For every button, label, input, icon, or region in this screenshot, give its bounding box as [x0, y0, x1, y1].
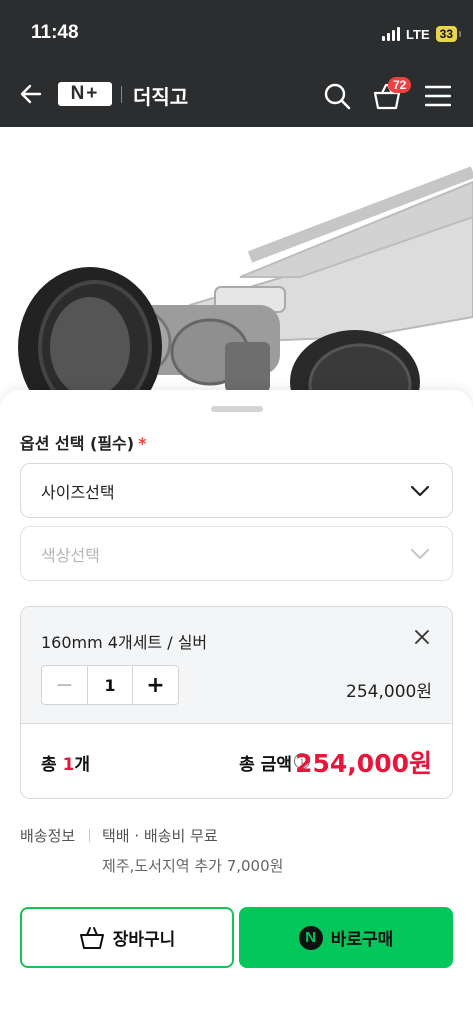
decrease-quantity-button[interactable]: − [42, 666, 88, 704]
size-select[interactable]: 사이즈선택 [20, 463, 453, 518]
shopping-bag-icon [79, 926, 104, 949]
app-header: N+ 더직고 72 [0, 75, 473, 115]
product-image[interactable] [0, 127, 473, 407]
item-price: 254,000원 [346, 682, 432, 702]
quantity-stepper: − 1 + [41, 665, 179, 705]
quantity-value[interactable]: 1 [88, 666, 132, 704]
color-select[interactable]: 색상선택 [20, 526, 453, 581]
option-section-title: 옵션 선택 (필수) * [20, 430, 146, 454]
battery-icon: 33 [435, 26, 462, 42]
chevron-down-icon [410, 548, 430, 560]
selected-item-name: 160mm 4개세트 / 실버 [41, 633, 208, 652]
total-count: 총 1개 [41, 750, 90, 775]
store-logo[interactable]: N+ [58, 82, 112, 106]
option-bottom-sheet: 옵션 선택 (필수) * 사이즈선택 색상선택 160mm 4개세트 / 실버 −… [0, 390, 473, 1024]
add-to-cart-label: 장바구니 [112, 930, 176, 950]
hamburger-menu-icon[interactable] [425, 85, 451, 107]
sheet-drag-handle[interactable] [211, 406, 263, 412]
total-count-number: 1 [62, 755, 75, 775]
size-select-value: 사이즈선택 [41, 482, 115, 502]
top-bar: 11:48 LTE 33 N+ 더직고 72 [0, 0, 473, 127]
required-mark: * [138, 434, 147, 453]
shipping-method: 택배 · 배송비 무료 [102, 827, 218, 845]
add-to-cart-button[interactable]: 장바구니 [20, 907, 234, 968]
close-icon[interactable] [414, 629, 430, 645]
increase-quantity-button[interactable]: + [132, 666, 178, 704]
shipping-extra-fee: 제주,도서지역 추가 7,000원 [102, 857, 284, 875]
buy-now-label: 바로구매 [330, 930, 394, 950]
total-amount-label: 총 금액 [239, 755, 292, 775]
color-select-placeholder: 색상선택 [41, 545, 100, 565]
status-bar: 11:48 LTE 33 [0, 22, 473, 48]
total-count-prefix: 총 [41, 755, 63, 775]
shipping-label: 배송정보 [20, 827, 76, 845]
chevron-down-icon [410, 485, 430, 497]
total-row: 총 1개 총 금액 i 254,000원 [21, 724, 452, 798]
electric-skateboard-image [18, 166, 473, 407]
header-divider [121, 86, 122, 103]
search-icon[interactable] [323, 82, 351, 110]
status-time: 11:48 [31, 22, 79, 43]
selected-item-row: 160mm 4개세트 / 실버 − 1 + 254,000원 [21, 607, 452, 724]
shipping-divider [89, 829, 90, 842]
cart-count-badge: 72 [388, 77, 412, 93]
naver-pay-icon: N [298, 925, 323, 950]
option-title-text: 옵션 선택 (필수) [20, 434, 135, 453]
network-label: LTE [406, 26, 430, 42]
buy-now-button[interactable]: N 바로구매 [239, 907, 453, 968]
back-arrow-icon[interactable] [18, 81, 44, 107]
signal-icon [382, 27, 401, 41]
selected-option-box: 160mm 4개세트 / 실버 − 1 + 254,000원 총 1개 총 금액… [20, 606, 453, 799]
total-count-suffix: 개 [74, 755, 91, 775]
total-amount: 254,000원 [295, 749, 432, 778]
store-name[interactable]: 더직고 [133, 81, 188, 110]
status-indicators: LTE 33 [382, 26, 462, 42]
